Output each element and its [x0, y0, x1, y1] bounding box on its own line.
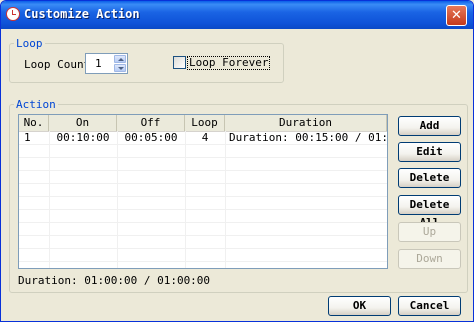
column-header-loop[interactable]: Loop: [185, 115, 225, 131]
cell-no: 1: [24, 132, 31, 144]
loop-count-input[interactable]: 1: [95, 57, 102, 70]
grid-line: [19, 196, 387, 197]
edit-button[interactable]: Edit: [398, 142, 461, 162]
loop-forever-checkbox[interactable]: [173, 56, 186, 69]
delete-all-button[interactable]: Delete All: [398, 195, 461, 229]
up-button-label: Up: [422, 225, 437, 238]
ok-button[interactable]: OK: [328, 296, 391, 316]
spin-down-icon[interactable]: [114, 64, 126, 72]
grid-line: [19, 248, 387, 249]
loop-group-legend: Loop: [16, 37, 43, 50]
grid-line: [19, 144, 387, 145]
down-button[interactable]: Down: [398, 249, 461, 269]
grid-line: [19, 170, 387, 171]
grid-line: [19, 235, 387, 236]
grid-line: [19, 261, 387, 262]
cell-off: 00:05:00: [124, 132, 178, 144]
action-list-header: No. On Off Loop Duration: [19, 115, 387, 132]
add-button-label: Add: [419, 119, 440, 132]
table-row[interactable]: 1 00:10:00 00:05:00 4 Duration: 00:15:00…: [19, 132, 387, 144]
cell-on: 00:10:00: [56, 132, 110, 144]
clock-icon: [6, 7, 20, 21]
up-button[interactable]: Up: [398, 222, 461, 242]
total-duration: Duration: 01:00:00 / 01:00:00: [18, 274, 211, 287]
window-title: Customize Action: [24, 7, 140, 21]
cell-loop: 4: [201, 132, 209, 144]
column-header-off[interactable]: Off: [117, 115, 185, 131]
down-button-label: Down: [416, 252, 443, 265]
column-header-on[interactable]: On: [49, 115, 117, 131]
close-button[interactable]: ✕: [446, 5, 467, 26]
action-list[interactable]: No. On Off Loop Duration 1 00:10:00 00:0…: [18, 114, 388, 269]
cell-duration: Duration: 00:15:00 / 01:0...: [229, 132, 387, 144]
column-header-duration[interactable]: Duration: [225, 115, 387, 131]
grid-line: [19, 183, 387, 184]
ok-button-label: OK: [352, 299, 367, 312]
add-button[interactable]: Add: [398, 116, 461, 136]
grid-line: [19, 222, 387, 223]
spinner-arrows: [114, 55, 126, 72]
delete-button[interactable]: Delete: [398, 168, 461, 188]
grid-line: [19, 157, 387, 158]
delete-button-label: Delete: [409, 171, 450, 184]
edit-button-label: Edit: [416, 145, 443, 158]
spin-up-icon[interactable]: [114, 55, 126, 63]
grid-line: [19, 209, 387, 210]
column-header-no[interactable]: No.: [19, 115, 49, 131]
cancel-button[interactable]: Cancel: [398, 296, 461, 316]
action-group-legend: Action: [16, 98, 56, 111]
loop-count-spinner[interactable]: 1: [85, 53, 128, 74]
close-icon: ✕: [451, 8, 462, 23]
title-bar[interactable]: Customize Action ✕: [1, 1, 473, 29]
cancel-button-label: Cancel: [409, 299, 450, 312]
loop-forever-label[interactable]: Loop Forever: [187, 56, 271, 70]
customize-action-dialog: Customize Action ✕ Loop Loop Count: 1 Lo…: [0, 0, 474, 322]
